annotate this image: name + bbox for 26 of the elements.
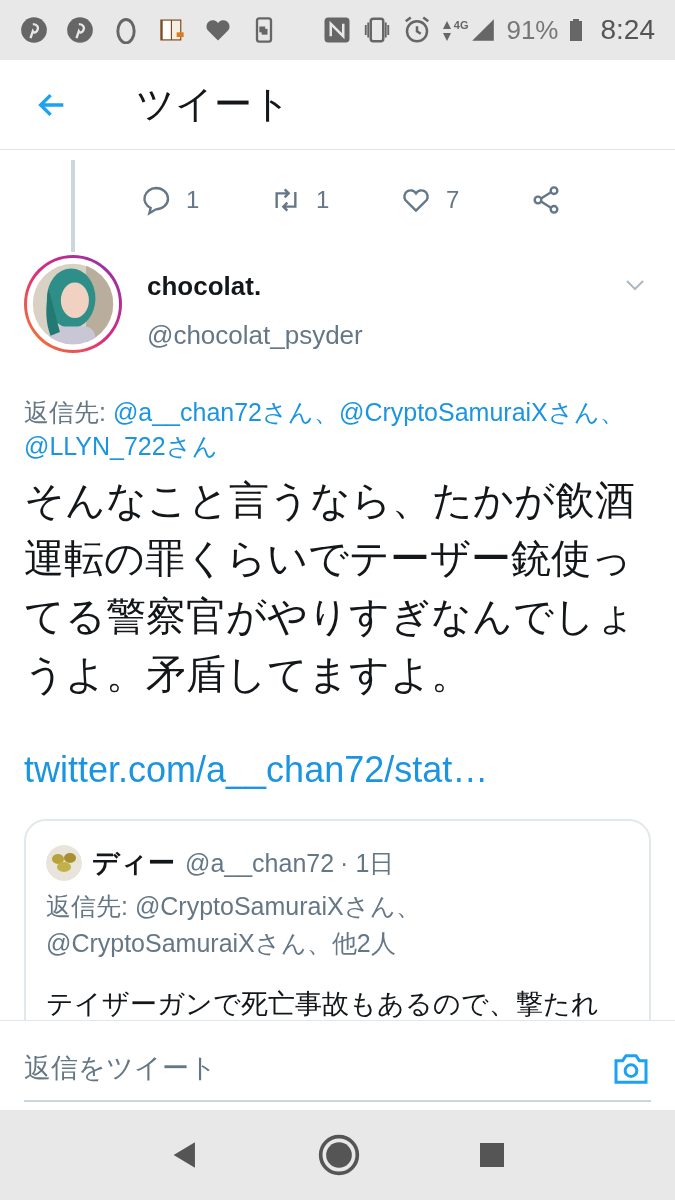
signal-icon <box>470 17 497 43</box>
data-arrows-icon <box>441 19 452 43</box>
pinterest-icon <box>66 16 94 44</box>
reply-button[interactable]: 1 <box>140 178 270 222</box>
home-nav-button[interactable] <box>316 1133 361 1177</box>
back-arrow-icon <box>38 92 66 117</box>
quoted-reply-to: 返信先: @CryptoSamuraiXさん、@CryptoSamuraiXさん、他2人 <box>46 890 422 959</box>
reply-to-line: 返信先: @a__chan72さん、@CryptoSamuraiXさん、@LLYN_722さん <box>24 397 626 462</box>
pinterest-icon <box>20 16 48 44</box>
tweet-text: そんなこと言うなら、たかが飲酒運転の罪くらいでテーザー銃使ってる警察官がやりすぎなんでしょうよ。矛盾してますよ。 <box>24 477 637 698</box>
retweet-button[interactable]: 1 <box>270 178 400 222</box>
speech-bubble-icon <box>140 184 172 216</box>
battery-level: 91% <box>506 13 559 47</box>
quoted-username: @a__chan72 <box>185 847 335 879</box>
quoted-time: · 1日 <box>340 847 395 879</box>
clock: 8:24 <box>600 13 655 47</box>
username[interactable]: @chocolat_psyder <box>147 316 363 355</box>
quoted-text: テイザーガンで死亡事故もあるので、撃たれ <box>46 987 600 1020</box>
network-label: 4G <box>453 18 469 33</box>
display-name[interactable]: chocolat. <box>147 267 262 306</box>
tweet-link[interactable]: twitter.com/a__chan72/stat… <box>24 743 489 797</box>
battery-icon <box>568 16 583 44</box>
quoted-name: ディー <box>92 847 175 880</box>
reply-input[interactable]: 返信をツイート <box>24 1048 611 1089</box>
like-button[interactable]: 7 <box>400 178 530 222</box>
page-title: ツイート <box>136 82 291 127</box>
